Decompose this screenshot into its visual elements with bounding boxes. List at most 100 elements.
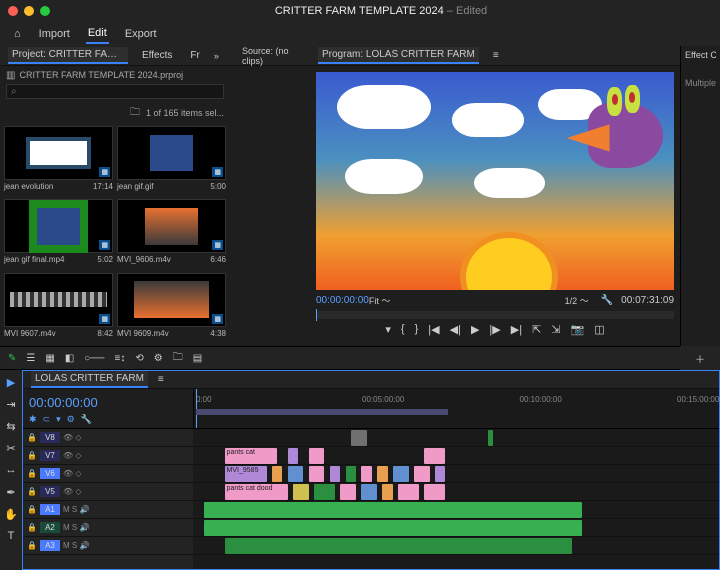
track-select-tool-icon[interactable]: ⇥ [3, 396, 19, 412]
bin-dur: 5:00 [210, 182, 226, 191]
workspace-export[interactable]: Export [123, 25, 159, 43]
resolution-dropdown[interactable]: 1/2 [565, 296, 578, 306]
maximize-window[interactable] [40, 6, 50, 16]
mark-out-icon[interactable]: } [415, 323, 419, 336]
work-area[interactable] [196, 409, 448, 415]
bin-item[interactable]: ▦ jean gif final.mp45:02 [4, 199, 113, 268]
folder-icon[interactable]: 🗀 [130, 105, 140, 122]
bin-icon: ▥ [6, 70, 15, 81]
auto-icon[interactable]: ⟲ [135, 353, 143, 364]
clip[interactable]: pants cat dood [225, 484, 288, 500]
track-header-a1[interactable]: 🔒A1M S 🔊 [23, 501, 193, 519]
track-header-v5[interactable]: 🔒V5👁 ◇ [23, 483, 193, 501]
project-toolbar: ✎ ☰ ▦ ◧ ○── ≡↕ ⟲ ⚙ 🗀 ▤ [0, 346, 230, 370]
ripple-tool-icon[interactable]: ⇆ [3, 418, 19, 434]
type-tool-icon[interactable]: T [3, 528, 19, 544]
razor-tool-icon[interactable]: ✂ [3, 440, 19, 456]
clip[interactable]: pants cat [225, 448, 278, 464]
go-out-icon[interactable]: ▶| [511, 323, 522, 336]
selection-tool-icon[interactable]: ▶ [3, 374, 19, 390]
link-icon[interactable]: ⊂ [43, 414, 51, 425]
track-header-v8[interactable]: 🔒V8👁 ◇ [23, 429, 193, 447]
program-panel: Program: LOLAS CRITTER FARM ≡ [310, 46, 680, 346]
minimize-window[interactable] [24, 6, 34, 16]
project-file[interactable]: CRITTER FARM TEMPLATE 2024.prproj [19, 70, 224, 80]
effects-tab[interactable]: Effects [138, 48, 176, 63]
workspace-bar: ⌂ Import Edit Export [0, 22, 720, 46]
marker-icon[interactable]: ▾ [56, 414, 61, 425]
time-ruler[interactable]: 0:00 00:05:00:00 00:10:00:00 00:15:00:00 [193, 389, 719, 428]
program-toolbar-spacer [230, 346, 680, 370]
export-frame-icon[interactable]: 📷 [571, 323, 585, 336]
source-tab[interactable]: Source: (no clips) [238, 44, 302, 68]
bin-item[interactable]: ▦ MVI_9606.m4v6:46 [117, 199, 226, 268]
timeline-tc[interactable]: 00:00:00:00 [29, 395, 187, 410]
workspace-edit[interactable]: Edit [86, 24, 109, 44]
lift-icon[interactable]: ⇱ [532, 323, 541, 336]
bin-item[interactable]: ▦ jean evolution17:14 [4, 126, 113, 195]
track-header-a2[interactable]: 🔒A2M S 🔊 [23, 519, 193, 537]
search-input[interactable] [6, 84, 224, 99]
step-back-icon[interactable]: ◀| [450, 323, 461, 336]
bin-item[interactable]: ▦ MVI 9607.m4v8:42 [4, 273, 113, 342]
list-view-icon[interactable]: ☰ [26, 353, 35, 364]
zoom-slider[interactable]: ○── [84, 353, 104, 364]
snap-icon[interactable]: ✱ [29, 414, 37, 425]
icon-view-icon[interactable]: ▦ [45, 353, 54, 364]
add-marker-icon[interactable]: ▾ [385, 323, 391, 336]
find-icon[interactable]: ⚙ [154, 353, 163, 364]
sort-icon[interactable]: ≡↕ [114, 353, 125, 364]
mark-in-icon[interactable]: { [401, 323, 405, 336]
new-bin-icon[interactable]: 🗀 [173, 350, 183, 367]
track-header-v6[interactable]: 🔒V6👁 ◇ [23, 465, 193, 483]
program-scrubber[interactable] [316, 311, 674, 319]
new-item-icon[interactable]: ▤ [193, 353, 202, 364]
project-breadcrumb: ▥ CRITTER FARM TEMPLATE 2024.prproj [0, 66, 230, 84]
program-monitor[interactable] [316, 72, 674, 290]
effect-controls-tab[interactable]: Effect C [685, 50, 716, 60]
ruler-tick: 00:10:00:00 [520, 395, 562, 404]
step-fwd-icon[interactable]: |▶ [489, 323, 500, 336]
program-tab[interactable]: Program: LOLAS CRITTER FARM [318, 47, 479, 64]
go-in-icon[interactable]: |◀ [428, 323, 439, 336]
settings-icon[interactable]: ⚙ [67, 414, 75, 425]
audio-clip[interactable] [225, 538, 572, 554]
bin-name: jean gif.gif [117, 182, 153, 191]
project-search [0, 84, 230, 104]
bin-name: MVI 9609.m4v [117, 329, 169, 338]
slip-tool-icon[interactable]: ↔ [3, 462, 19, 478]
audio-clip[interactable] [204, 502, 583, 518]
pen-tool-icon[interactable]: ✒ [3, 484, 19, 500]
timeline-header: 00:00:00:00 ✱ ⊂ ▾ ⚙ 🔧 [23, 389, 193, 428]
bin-item[interactable]: ▦ jean gif.gif5:00 [117, 126, 226, 195]
fit-dropdown[interactable]: Fit [369, 296, 379, 306]
program-tc-right[interactable]: 00:07:31:09 [621, 295, 674, 306]
bin-name: MVI_9606.m4v [117, 255, 171, 264]
close-window[interactable] [8, 6, 18, 16]
add-button-area: ＋ [680, 346, 720, 370]
play-icon[interactable]: ▶ [471, 323, 479, 336]
wrench-icon[interactable]: 🔧 [81, 414, 92, 425]
clip[interactable]: MVI_9585 [225, 466, 267, 482]
fr-tab[interactable]: Fr [186, 48, 203, 63]
plus-icon[interactable]: ＋ [695, 351, 705, 366]
freeform-view-icon[interactable]: ◧ [65, 353, 74, 364]
ruler-tick: 00:05:00:00 [362, 395, 404, 404]
workspace-import[interactable]: Import [37, 25, 72, 43]
hand-tool-icon[interactable]: ✋ [3, 506, 19, 522]
sequence-tab[interactable]: LOLAS CRITTER FARM [31, 371, 148, 388]
audio-clip[interactable] [204, 520, 583, 536]
ruler-tick: 00:15:00:00 [677, 395, 719, 404]
panel-overflow-icon[interactable]: » [214, 51, 219, 61]
project-tab[interactable]: Project: CRITTER FARM TEMPLATE 2024 [8, 47, 128, 64]
program-tc-left[interactable]: 00:00:00:00 [316, 295, 369, 306]
pen-icon[interactable]: ✎ [8, 353, 16, 364]
track-header-v7[interactable]: 🔒V7👁 ◇ [23, 447, 193, 465]
bin-item[interactable]: ▦ MVI 9609.m4v4:38 [117, 273, 226, 342]
home-icon[interactable]: ⌂ [12, 25, 23, 43]
track-content[interactable]: pants cat MVI_9585 pants cat dood [193, 429, 719, 569]
compare-icon[interactable]: ◫ [594, 323, 604, 336]
extract-icon[interactable]: ⇲ [551, 323, 560, 336]
wrench-icon[interactable]: 🔧 [601, 295, 613, 306]
effect-controls-panel: Effect C Multiple [680, 46, 720, 346]
